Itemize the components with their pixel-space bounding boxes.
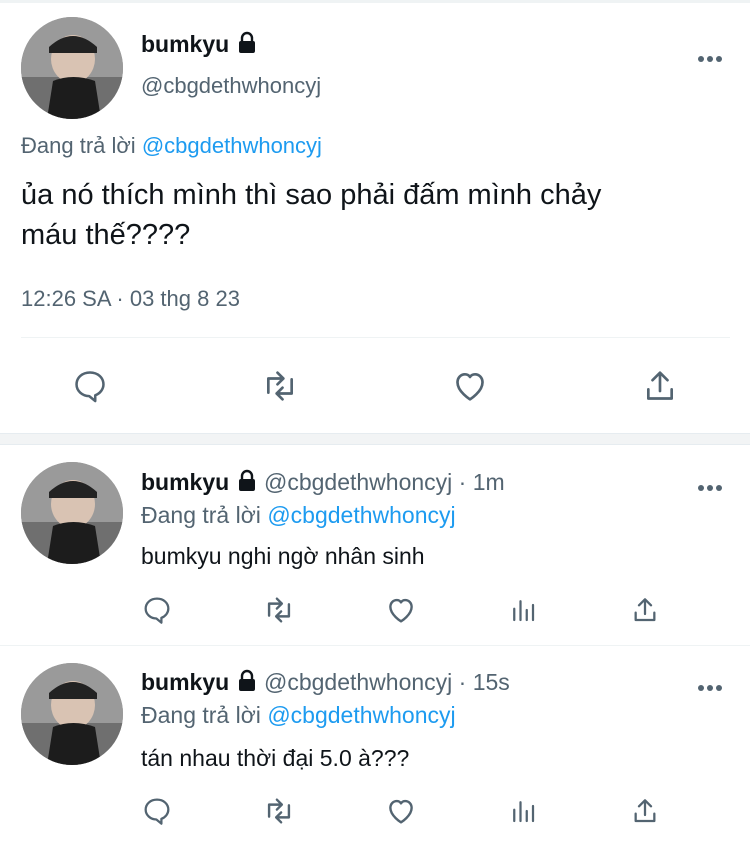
- avatar[interactable]: [21, 17, 123, 119]
- lock-icon: [236, 669, 258, 699]
- section-separator: [0, 433, 750, 445]
- tweet-text: tán nhau thời đại 5.0 à???: [141, 745, 410, 771]
- handle[interactable]: @cbgdethwhoncyj: [141, 73, 321, 99]
- reply-prefix: Đang trả lời: [21, 133, 136, 158]
- more-options-icon[interactable]: [696, 49, 723, 67]
- main-tweet: bumkyu @cbgdethwhoncyj Đang trả lời @cbg…: [0, 3, 750, 433]
- share-icon[interactable]: [627, 793, 663, 829]
- tweet-text-line1: ủa nó thích mình thì sao phải đấm mình c…: [21, 179, 602, 211]
- display-name[interactable]: bumkyu: [141, 669, 229, 695]
- display-name[interactable]: bumkyu: [141, 469, 229, 495]
- like-icon[interactable]: [447, 363, 493, 409]
- more-options-icon[interactable]: [696, 678, 723, 696]
- divider: [21, 337, 730, 338]
- share-icon[interactable]: [627, 592, 663, 628]
- tweet-header: bumkyu @cbgdethwhoncyj · 1m: [141, 469, 505, 499]
- analytics-icon[interactable]: [505, 793, 541, 829]
- reply-prefix: Đang trả lời: [141, 502, 261, 528]
- reply-context: Đang trả lời @cbgdethwhoncyj: [141, 502, 456, 529]
- tweet-text-line2: máu thế????: [21, 219, 191, 251]
- reply-icon[interactable]: [67, 363, 113, 409]
- reply-icon[interactable]: [139, 793, 175, 829]
- display-name[interactable]: bumkyu: [141, 31, 258, 61]
- reply-icon[interactable]: [139, 592, 175, 628]
- tweet-header: bumkyu @cbgdethwhoncyj · 15s: [141, 669, 510, 699]
- tweet-text: bumkyu nghi ngờ nhân sinh: [141, 543, 425, 569]
- retweet-icon[interactable]: [261, 793, 297, 829]
- more-options-icon[interactable]: [696, 478, 723, 496]
- handle-time[interactable]: @cbgdethwhoncyj · 15s: [264, 669, 510, 695]
- timestamp[interactable]: 12:26 SA · 03 thg 8 23: [21, 286, 240, 312]
- share-icon[interactable]: [637, 363, 683, 409]
- lock-icon: [236, 469, 258, 499]
- reply-to-link[interactable]: @cbgdethwhoncyj: [142, 133, 322, 158]
- lock-icon: [236, 31, 258, 61]
- retweet-icon[interactable]: [261, 592, 297, 628]
- avatar[interactable]: [21, 663, 123, 765]
- retweet-icon[interactable]: [257, 363, 303, 409]
- reply-context: Đang trả lời @cbgdethwhoncyj: [141, 702, 456, 729]
- reply-context: Đang trả lời @cbgdethwhoncyj: [21, 133, 322, 159]
- avatar[interactable]: [21, 462, 123, 564]
- reply-tweet: bumkyu @cbgdethwhoncyj · 1m Đang trả lời…: [0, 445, 750, 645]
- like-icon[interactable]: [383, 592, 419, 628]
- like-icon[interactable]: [383, 793, 419, 829]
- handle-time[interactable]: @cbgdethwhoncyj · 1m: [264, 469, 505, 495]
- reply-prefix: Đang trả lời: [141, 702, 261, 728]
- reply-to-link[interactable]: @cbgdethwhoncyj: [267, 502, 455, 528]
- reply-tweet: bumkyu @cbgdethwhoncyj · 15s Đang trả lờ…: [0, 646, 750, 848]
- analytics-icon[interactable]: [505, 592, 541, 628]
- reply-to-link[interactable]: @cbgdethwhoncyj: [267, 702, 455, 728]
